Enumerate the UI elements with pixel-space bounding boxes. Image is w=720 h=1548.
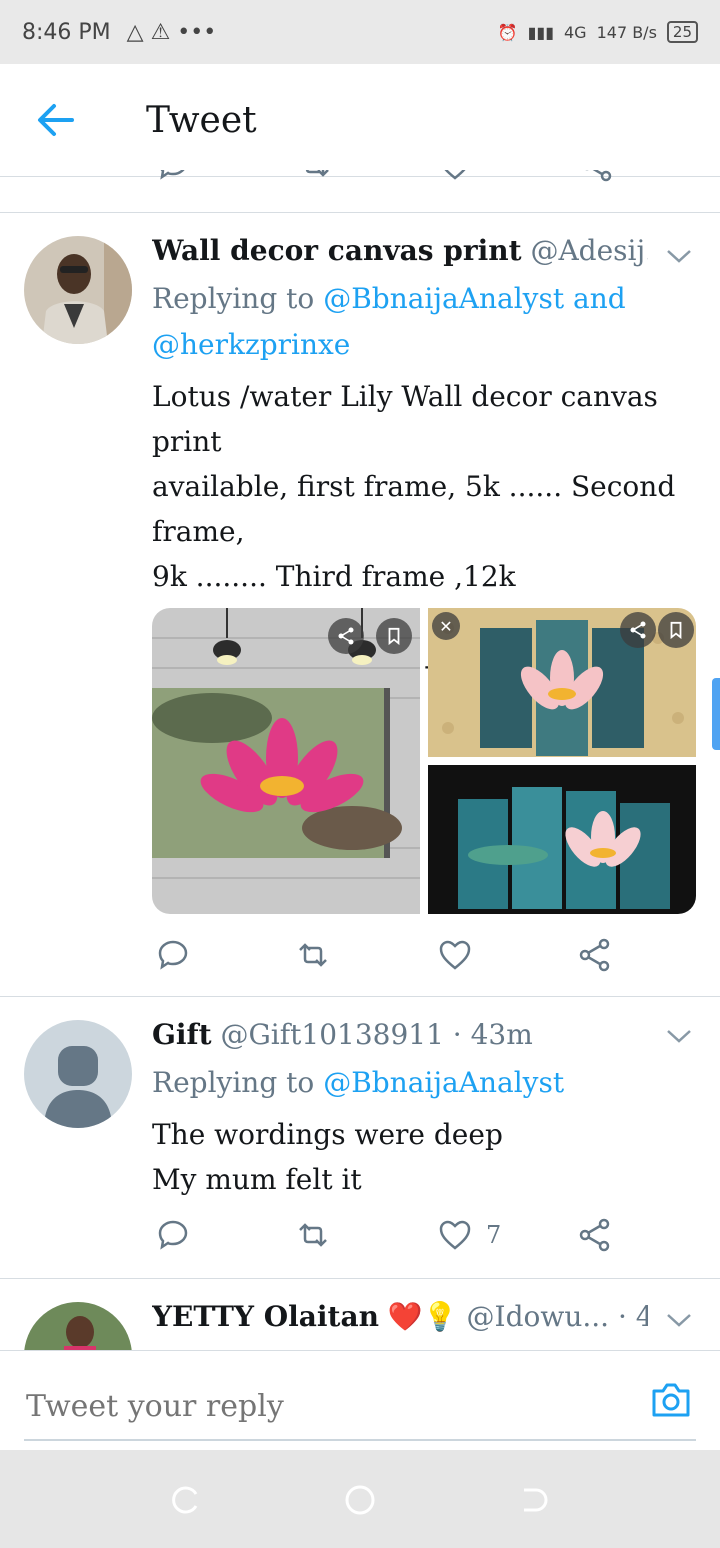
- like-count: 7: [486, 1221, 502, 1249]
- retweet-button[interactable]: [296, 938, 330, 972]
- page-title: Tweet: [146, 100, 257, 141]
- share-icon: [338, 627, 354, 645]
- chevron-down-icon[interactable]: [666, 1310, 692, 1330]
- like-button[interactable]: 7: [438, 1218, 501, 1252]
- media-image-2[interactable]: ✕: [428, 608, 696, 757]
- bookmark-icon: [670, 621, 682, 639]
- tweet-yetty[interactable]: YETTY Olaitan ❤️💡 @Idowu... · 41m: [0, 1278, 720, 1350]
- close-image-button[interactable]: ✕: [432, 612, 460, 640]
- recents-icon[interactable]: [170, 1484, 202, 1516]
- share-icon: [579, 1218, 610, 1252]
- close-icon: ✕: [439, 616, 453, 636]
- user-handle[interactable]: @Gift10138911: [220, 1018, 443, 1051]
- user-handle[interactable]: @Idowu...: [467, 1300, 610, 1333]
- alarm-icon: ⏰: [497, 22, 518, 42]
- camera-icon[interactable]: [650, 1381, 692, 1419]
- separator-dot: ·: [617, 1300, 627, 1333]
- home-icon[interactable]: [344, 1484, 376, 1516]
- share-icon: [630, 621, 646, 639]
- reply-icon: [158, 1220, 188, 1250]
- replying-to: Replying to @BbnaijaAnalyst and @herkzpr…: [152, 276, 680, 368]
- network-speed: 147 B/s: [596, 22, 657, 42]
- retweet-button[interactable]: [296, 1218, 330, 1252]
- system-nav-bar: [0, 1450, 720, 1548]
- mention-link[interactable]: @BbnaijaAnalyst: [323, 1066, 564, 1099]
- tweet-header: Gift @Gift10138911 · 43m: [152, 1018, 648, 1051]
- media-image-3[interactable]: [428, 765, 696, 914]
- status-bar: 8:46 PM △ ⚠ ••• ⏰ ▮▮▮ 4G 147 B/s 25: [0, 0, 720, 64]
- reply-underline: [24, 1439, 696, 1441]
- share-button[interactable]: [578, 1218, 612, 1252]
- app-bar: Tweet: [0, 64, 720, 177]
- tweet-line: 9k ........ Third frame ,12k: [152, 560, 516, 593]
- retweet-icon: [299, 1223, 327, 1247]
- share-icon: [579, 938, 610, 972]
- replying-to: Replying to @BbnaijaAnalyst: [152, 1060, 680, 1106]
- display-name[interactable]: YETTY Olaitan: [152, 1300, 379, 1333]
- tweet-line: available, first frame, 5k ...... Second…: [152, 470, 676, 548]
- media-image-1[interactable]: [152, 608, 420, 914]
- share-image-button[interactable]: [620, 612, 656, 648]
- tweet-header: Wall decor canvas print @Adesij... · 39m: [152, 234, 648, 267]
- mention-link[interactable]: @herkzprinxe: [152, 328, 350, 361]
- avatar[interactable]: [24, 236, 132, 344]
- reply-icon[interactable]: [156, 170, 190, 182]
- like-button[interactable]: [438, 938, 472, 972]
- tweet-actions: [152, 938, 632, 978]
- tweet-gift[interactable]: Gift @Gift10138911 · 43m Replying to @Bb…: [0, 996, 720, 1279]
- network-type: 4G: [564, 22, 587, 42]
- replying-label: Replying to: [152, 1066, 315, 1099]
- share-icon[interactable]: [580, 170, 614, 182]
- reply-bar: [0, 1350, 720, 1451]
- reply-input[interactable]: [24, 1375, 648, 1437]
- tweet-wall-decor[interactable]: Wall decor canvas print @Adesij... · 39m…: [0, 212, 720, 997]
- media-grid: ✕: [152, 608, 696, 914]
- tweet-actions: 7: [152, 1218, 632, 1258]
- back-icon[interactable]: [518, 1484, 550, 1516]
- replying-label: Replying to: [152, 282, 315, 315]
- mention-link[interactable]: @BbnaijaAnalyst: [323, 282, 564, 315]
- reply-button[interactable]: [156, 938, 190, 972]
- share-button[interactable]: [578, 938, 612, 972]
- tweet-header: YETTY Olaitan ❤️💡 @Idowu... · 41m: [152, 1300, 648, 1333]
- tweet-line: The wordings were deep: [152, 1118, 503, 1151]
- like-icon[interactable]: [438, 170, 472, 182]
- separator-dot: ·: [452, 1018, 462, 1051]
- bookmark-image-button[interactable]: [376, 618, 412, 654]
- signal-icon: ▮▮▮: [527, 22, 554, 42]
- timestamp: 41m: [635, 1300, 648, 1333]
- share-image-button[interactable]: [328, 618, 364, 654]
- tweet-text: The wordings were deep My mum felt it: [152, 1112, 696, 1202]
- avatar[interactable]: [24, 1302, 132, 1350]
- like-icon: [439, 1220, 471, 1250]
- previous-tweet-actions: [0, 170, 720, 213]
- display-name[interactable]: Wall decor canvas print: [152, 234, 522, 267]
- reply-icon: [158, 940, 188, 970]
- tweet-line: My mum felt it: [152, 1163, 362, 1196]
- and-link[interactable]: and: [573, 282, 626, 315]
- back-arrow-icon[interactable]: [36, 102, 76, 138]
- bookmark-icon: [388, 627, 400, 645]
- scroll-indicator[interactable]: [712, 678, 720, 750]
- user-handle[interactable]: @Adesij...: [530, 234, 648, 267]
- status-time: 8:46 PM: [22, 19, 111, 45]
- tweet-line: Lotus /water Lily Wall decor canvas prin…: [152, 380, 658, 458]
- display-name[interactable]: Gift: [152, 1018, 212, 1051]
- reply-button[interactable]: [156, 1218, 190, 1252]
- name-emojis: ❤️💡: [387, 1300, 458, 1333]
- like-icon: [439, 940, 471, 970]
- chevron-down-icon[interactable]: [666, 246, 692, 266]
- timestamp: 43m: [470, 1018, 533, 1051]
- avatar[interactable]: [24, 1020, 132, 1128]
- battery-icon: 25: [666, 21, 698, 43]
- retweet-icon: [299, 943, 327, 967]
- retweet-icon[interactable]: [298, 170, 332, 182]
- chevron-down-icon[interactable]: [666, 1026, 692, 1046]
- notification-icons: △ ⚠ •••: [126, 19, 217, 45]
- bookmark-image-button[interactable]: [658, 612, 694, 648]
